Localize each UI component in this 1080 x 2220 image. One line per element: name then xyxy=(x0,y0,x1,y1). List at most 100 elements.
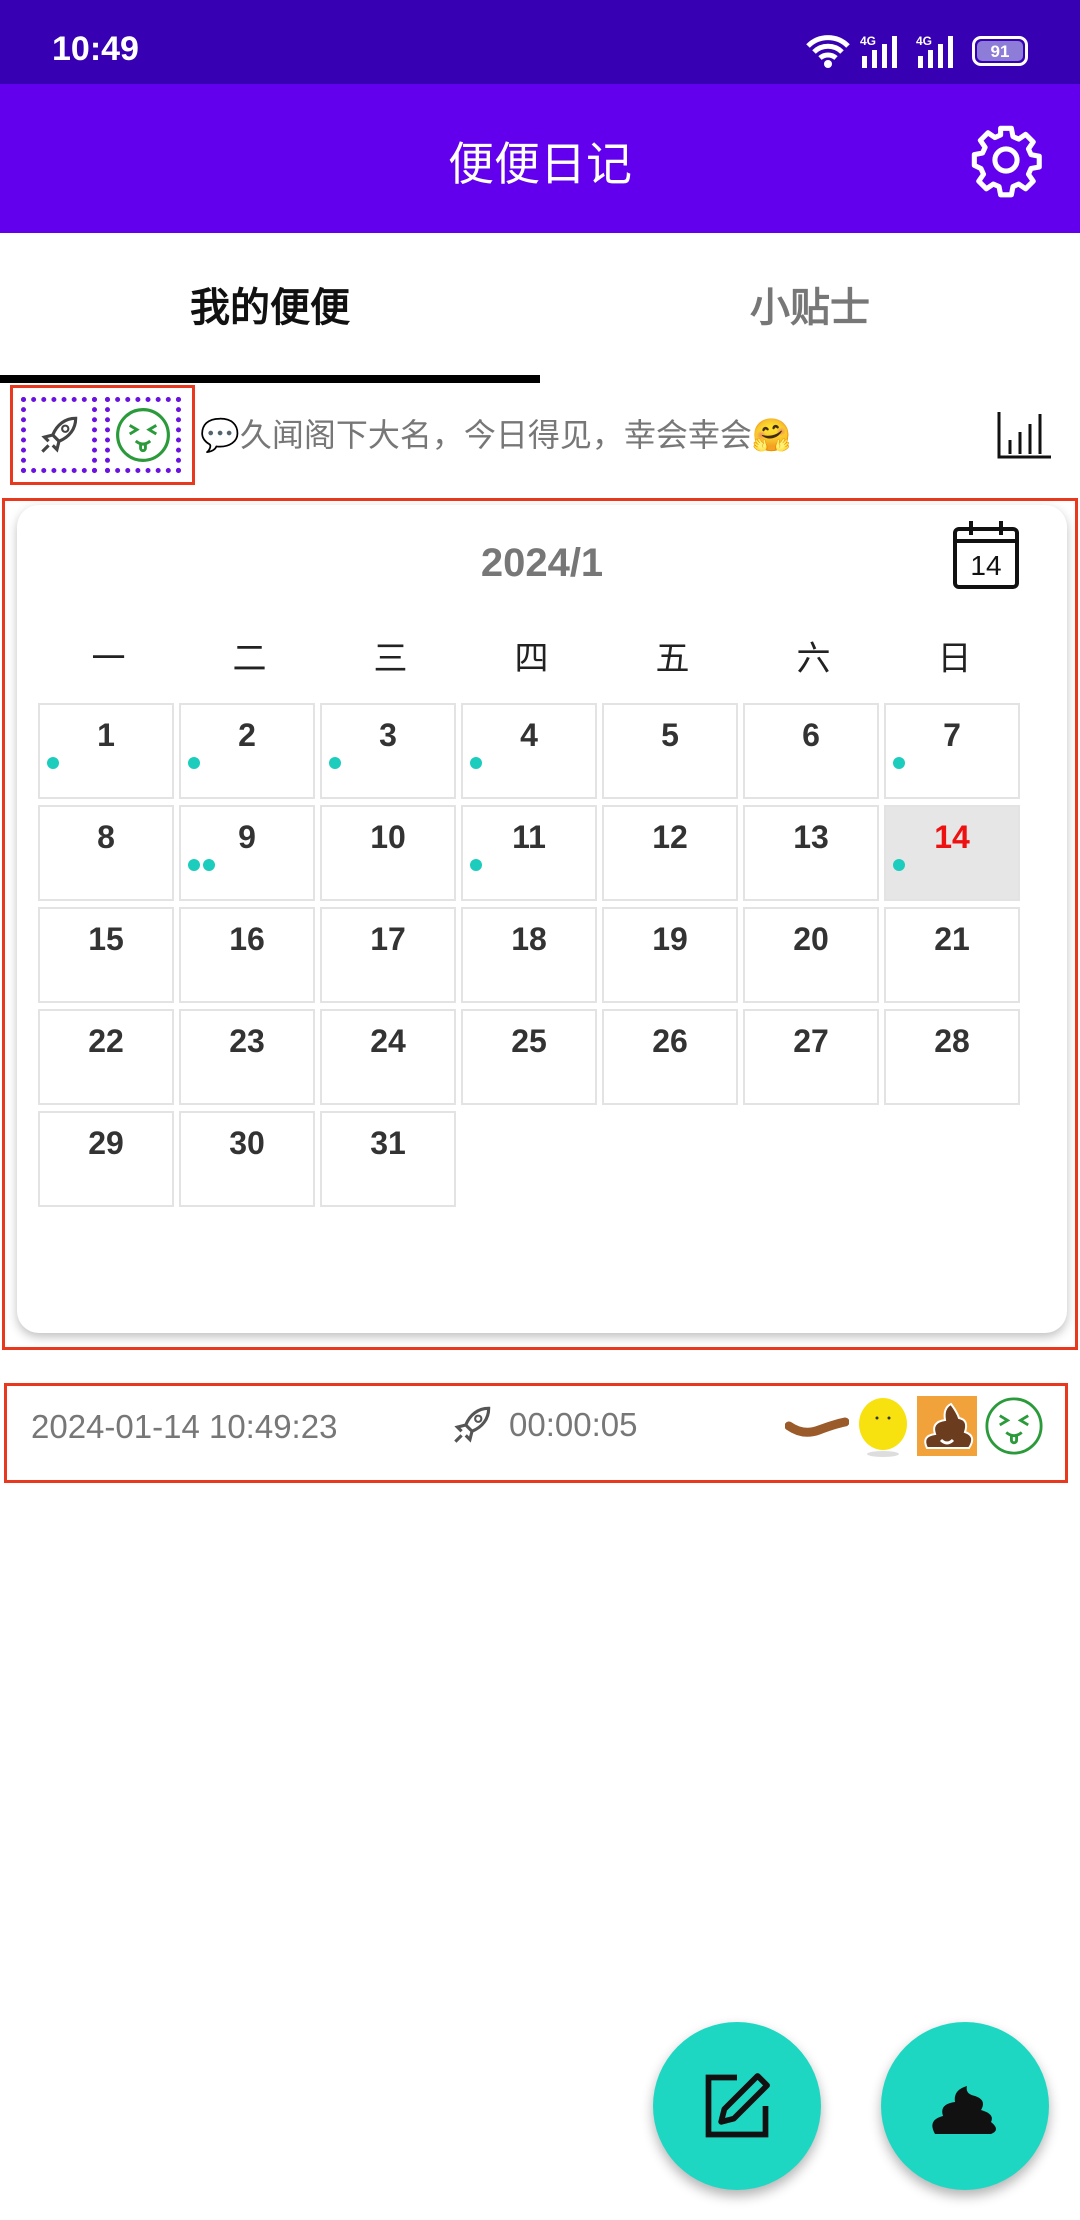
calendar-day[interactable]: 4 xyxy=(461,703,597,799)
day-number: 20 xyxy=(793,921,829,957)
calendar-day[interactable]: 18 xyxy=(461,907,597,1003)
squint-face-icon xyxy=(985,1397,1043,1455)
calendar-day[interactable]: 28 xyxy=(884,1009,1020,1105)
record-dots xyxy=(188,859,215,871)
record-dot xyxy=(329,757,341,769)
poop-emoji-icon xyxy=(917,1396,977,1456)
weekday-label: 一 xyxy=(91,639,126,679)
battery-level: 91 xyxy=(977,41,1023,61)
calendar-day[interactable]: 27 xyxy=(743,1009,879,1105)
month-title: 2024/1 xyxy=(480,541,604,585)
day-number: 10 xyxy=(370,819,406,855)
calendar-today-icon[interactable]: 14 xyxy=(951,519,1021,591)
day-number: 3 xyxy=(379,717,397,753)
rocket-icon xyxy=(41,416,78,453)
poop-icon xyxy=(932,2086,996,2134)
calendar-day[interactable]: 3 xyxy=(320,703,456,799)
app-bar: 便便日记 xyxy=(0,84,1080,233)
record-dots xyxy=(893,757,905,769)
calendar-card: 2024/1 14 一二三四五六日 1 2 3 4 5 6 7 8 9 10 11 12 13 14 15 1… xyxy=(17,505,1067,1333)
calendar-day[interactable]: 23 xyxy=(179,1009,315,1105)
calendar-day[interactable]: 2 xyxy=(179,703,315,799)
record-dot xyxy=(47,757,59,769)
app-title: 便便日记 xyxy=(448,137,632,191)
edit-button[interactable] xyxy=(653,2022,821,2190)
calendar-day[interactable]: 24 xyxy=(320,1009,456,1105)
calendar-day[interactable]: 11 xyxy=(461,805,597,901)
calendar-day[interactable]: 5 xyxy=(602,703,738,799)
calendar-day[interactable]: 26 xyxy=(602,1009,738,1105)
record-dot xyxy=(470,859,482,871)
record-duration: 00:00:05 xyxy=(509,1406,638,1443)
calendar-day[interactable]: 8 xyxy=(38,805,174,901)
calendar-day[interactable]: 30 xyxy=(179,1111,315,1207)
day-number: 22 xyxy=(88,1023,124,1059)
day-number: 24 xyxy=(370,1023,406,1059)
signal-icon: 4G xyxy=(916,34,953,68)
mood-face-button[interactable] xyxy=(105,397,181,473)
tab-my-records[interactable]: 我的便便 xyxy=(0,233,540,383)
record-dots xyxy=(47,757,59,769)
rocket-icon xyxy=(454,1406,491,1443)
day-number: 7 xyxy=(943,717,961,753)
svg-text:4G: 4G xyxy=(916,34,932,48)
calendar-icon-day: 14 xyxy=(970,550,1001,581)
weekday-label: 日 xyxy=(937,639,972,679)
record-dots xyxy=(893,859,905,871)
day-number: 13 xyxy=(793,819,829,855)
calendar-day[interactable]: 1 xyxy=(38,703,174,799)
calendar-day-today[interactable]: 14 xyxy=(884,805,1020,901)
record-dot xyxy=(188,757,200,769)
calendar-day[interactable]: 31 xyxy=(320,1111,456,1207)
record-dots xyxy=(470,859,482,871)
sausage-shape-icon xyxy=(785,1417,849,1437)
gear-icon[interactable] xyxy=(968,122,1044,198)
rocket-button[interactable] xyxy=(21,397,97,473)
edit-icon xyxy=(705,2073,770,2138)
bar-chart-icon[interactable] xyxy=(996,410,1052,460)
tab-indicator xyxy=(0,375,540,383)
weekday-label: 五 xyxy=(655,639,690,679)
day-number: 27 xyxy=(793,1023,829,1059)
record-dots xyxy=(188,757,200,769)
record-dot xyxy=(893,757,905,769)
calendar-day[interactable]: 15 xyxy=(38,907,174,1003)
day-number: 17 xyxy=(370,921,406,957)
calendar-day[interactable]: 7 xyxy=(884,703,1020,799)
calendar-day[interactable]: 21 xyxy=(884,907,1020,1003)
record-dot xyxy=(188,859,200,871)
add-record-button[interactable] xyxy=(881,2022,1049,2190)
day-number: 15 xyxy=(88,921,124,957)
day-number: 9 xyxy=(238,819,256,855)
selected-mood-icons[interactable] xyxy=(10,385,195,485)
record-dots xyxy=(329,757,341,769)
calendar-day[interactable]: 6 xyxy=(743,703,879,799)
day-number: 21 xyxy=(934,921,970,957)
day-number: 16 xyxy=(229,921,265,957)
status-time: 10:49 xyxy=(52,30,139,68)
calendar-day[interactable]: 19 xyxy=(602,907,738,1003)
calendar-day[interactable]: 20 xyxy=(743,907,879,1003)
record-item[interactable]: 2024-01-14 10:49:23 00:00:05 xyxy=(4,1383,1068,1483)
day-number: 2 xyxy=(238,717,256,753)
calendar-day[interactable]: 17 xyxy=(320,907,456,1003)
day-number: 31 xyxy=(370,1125,406,1161)
calendar-day[interactable]: 13 xyxy=(743,805,879,901)
day-number: 8 xyxy=(97,819,115,855)
signal-icon: 4G xyxy=(860,34,897,68)
wifi-icon xyxy=(806,35,850,68)
day-number: 30 xyxy=(229,1125,265,1161)
calendar-day[interactable]: 29 xyxy=(38,1111,174,1207)
status-bar: 10:49 4G 4G 91 xyxy=(0,0,1080,84)
tab-tips[interactable]: 小贴士 xyxy=(540,233,1080,383)
calendar-day[interactable]: 9 xyxy=(179,805,315,901)
calendar-day[interactable]: 16 xyxy=(179,907,315,1003)
calendar-day[interactable]: 25 xyxy=(461,1009,597,1105)
day-number: 5 xyxy=(661,717,679,753)
calendar-day[interactable]: 12 xyxy=(602,805,738,901)
calendar-day[interactable]: 10 xyxy=(320,805,456,901)
record-dots xyxy=(470,757,482,769)
day-number: 12 xyxy=(652,819,688,855)
calendar-day[interactable]: 22 xyxy=(38,1009,174,1105)
battery-icon: 91 xyxy=(972,36,1028,66)
